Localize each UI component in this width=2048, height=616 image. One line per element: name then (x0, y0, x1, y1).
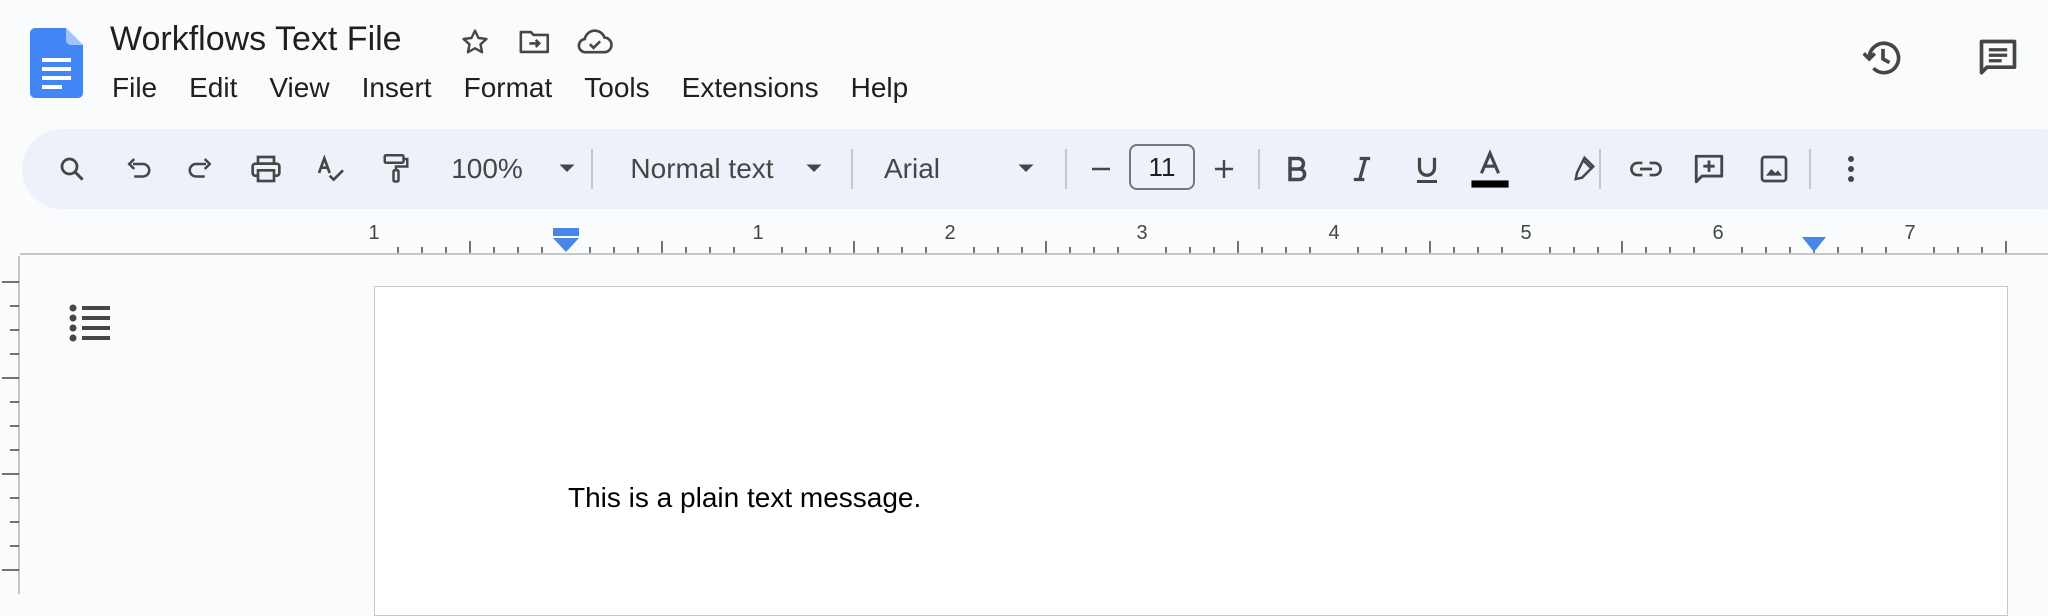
highlight-icon[interactable] (1560, 129, 1604, 209)
undo-icon[interactable] (116, 129, 160, 209)
font-dropdown-icon[interactable] (1011, 129, 1041, 209)
toolbar-divider (1599, 149, 1601, 189)
insert-image-icon[interactable] (1752, 129, 1796, 209)
document-page[interactable] (374, 286, 2008, 616)
paint-format-icon[interactable] (374, 129, 418, 209)
toolbar-divider (591, 149, 593, 189)
move-to-folder-icon[interactable] (515, 22, 555, 62)
text-color-icon[interactable] (1467, 129, 1513, 209)
menu-format[interactable]: Format (448, 68, 569, 108)
increase-font-icon[interactable] (1204, 129, 1244, 209)
zoom-dropdown-icon[interactable] (552, 129, 582, 209)
horizontal-ruler[interactable] (0, 220, 2048, 256)
underline-icon[interactable] (1405, 129, 1449, 209)
menu-help[interactable]: Help (835, 68, 925, 108)
ruler-label: 1 (752, 222, 764, 244)
document-outline-icon[interactable] (68, 302, 112, 342)
menu-edit[interactable]: Edit (173, 68, 253, 108)
right-indent-marker[interactable] (1801, 236, 1827, 254)
ruler-label: 4 (1328, 222, 1340, 244)
document-body-text[interactable]: This is a plain text message. (568, 479, 921, 517)
toolbar: 100% Normal text Arial 11 (22, 129, 2048, 209)
zoom-select[interactable]: 100% (442, 129, 532, 209)
cloud-saved-icon[interactable] (575, 22, 615, 62)
menu-view[interactable]: View (253, 68, 345, 108)
ruler-label: 6 (1712, 222, 1724, 244)
menu-extensions[interactable]: Extensions (666, 68, 835, 108)
link-icon[interactable] (1624, 129, 1668, 209)
italic-icon[interactable] (1340, 129, 1384, 209)
ruler-label: 2 (944, 222, 956, 244)
ruler-label: 5 (1520, 222, 1532, 244)
menu-file[interactable]: File (96, 68, 173, 108)
toolbar-divider (1258, 149, 1260, 189)
toolbar-divider (1809, 149, 1811, 189)
star-icon[interactable] (455, 22, 495, 62)
menu-tools[interactable]: Tools (568, 68, 665, 108)
menubar: File Edit View Insert Format Tools Exten… (96, 68, 924, 108)
comments-icon[interactable] (1968, 30, 2028, 86)
menu-insert[interactable]: Insert (346, 68, 448, 108)
font-size-input[interactable]: 11 (1129, 144, 1195, 190)
version-history-icon[interactable] (1853, 30, 1913, 86)
font-select[interactable]: Arial (884, 129, 948, 209)
decrease-font-icon[interactable] (1081, 129, 1121, 209)
first-line-indent-marker[interactable] (552, 228, 580, 254)
ruler-label: 1 (368, 222, 380, 244)
toolbar-divider (851, 149, 853, 189)
search-icon[interactable] (50, 129, 94, 209)
spellcheck-icon[interactable] (309, 129, 353, 209)
bold-icon[interactable] (1275, 129, 1319, 209)
toolbar-divider (1065, 149, 1067, 189)
ruler-label: 3 (1136, 222, 1148, 244)
style-select[interactable]: Normal text (622, 129, 782, 209)
document-title[interactable]: Workflows Text File (110, 18, 402, 60)
print-icon[interactable] (244, 129, 288, 209)
docs-logo[interactable] (30, 28, 83, 98)
ruler-baseline (20, 253, 2048, 255)
ruler-label: 7 (1904, 222, 1916, 244)
redo-icon[interactable] (179, 129, 223, 209)
style-dropdown-icon[interactable] (799, 129, 829, 209)
add-comment-icon[interactable] (1687, 129, 1731, 209)
more-icon[interactable] (1831, 129, 1871, 209)
vertical-ruler[interactable] (0, 256, 20, 594)
